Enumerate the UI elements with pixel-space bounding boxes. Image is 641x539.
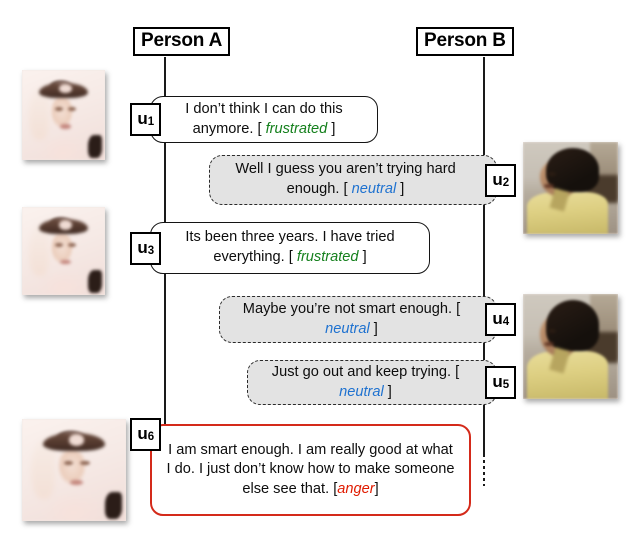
utterance-bubble-u4[interactable]: Maybe you’re not smart enough. [ neutral…	[219, 296, 497, 343]
emotion-label-u2: neutral	[351, 181, 397, 197]
utterance-tag-letter-u1: u	[137, 109, 148, 128]
person-a-frame-1	[22, 70, 105, 160]
utterance-tag-letter-u4: u	[492, 309, 503, 328]
person-b-frame-1	[523, 142, 618, 234]
mouth-shape	[60, 124, 71, 129]
utterance-text-before-u2: Well I guess you aren’t trying hard enou…	[235, 161, 456, 197]
utterance-text-after-u1: ]	[327, 120, 336, 137]
utterance-tag-index-u1: 1	[147, 116, 154, 128]
person-b-portrait-2	[523, 294, 618, 399]
person-a-header: Person A	[133, 27, 231, 57]
utterance-tag-u4: u4	[485, 303, 516, 336]
utterance-tag-u5: u5	[485, 366, 516, 399]
utterance-tag-letter-u3: u	[137, 238, 148, 257]
foreground-object-shape	[88, 134, 102, 159]
person-b-header: Person B	[416, 27, 514, 57]
utterance-bubble-u6[interactable]: I am smart enough. I am really good at w…	[150, 424, 471, 516]
eye-left-shape	[55, 243, 63, 248]
utterance-tag-index-u4: 4	[502, 316, 509, 328]
utterance-bubble-u3[interactable]: Its been three years. I have tried every…	[150, 222, 430, 274]
utterance-text-u3: Its been three years. I have tried every…	[151, 228, 429, 267]
utterance-tag-letter-u6: u	[137, 424, 148, 443]
person-a-portrait-1	[22, 70, 105, 160]
utterance-text-before-u4: Maybe you’re not smart enough. [	[242, 300, 461, 317]
person-a-portrait-3	[22, 419, 126, 521]
eye-shape	[547, 328, 557, 333]
emotion-label-u3: frustrated	[296, 249, 359, 265]
utterance-text-before-u5: Just go out and keep trying. [	[271, 363, 460, 380]
person-b-frame-2	[523, 294, 618, 399]
utterance-tag-index-u6: 6	[147, 431, 154, 443]
utterance-tag-u1: u1	[130, 103, 161, 136]
emotion-label-u6: anger	[337, 480, 375, 497]
utterance-text-before-u6: I am smart enough. I am really good at w…	[166, 441, 455, 497]
emotion-label-u5: neutral	[339, 383, 384, 400]
eye-right-shape	[68, 243, 76, 248]
person-a-label: Person A	[141, 30, 223, 51]
utterance-tag-letter-u5: u	[492, 372, 503, 391]
headband-highlight	[59, 83, 72, 94]
emotion-label-u4: neutral	[325, 320, 370, 337]
eye-left-shape	[63, 460, 73, 466]
utterance-bubble-u1[interactable]: I don’t think I can do this anymore. [ f…	[150, 96, 378, 143]
eye-left-shape	[55, 106, 63, 111]
utterance-text-after-u6: ]	[374, 480, 379, 497]
eye-right-shape	[80, 460, 90, 466]
utterance-bubble-u2[interactable]: Well I guess you aren’t trying hard enou…	[209, 155, 497, 205]
utterance-text-u2: Well I guess you aren’t trying hard enou…	[210, 160, 496, 199]
eye-right-shape	[68, 106, 76, 111]
emotion-label-u1: frustrated	[265, 120, 328, 137]
foreground-object-shape	[88, 270, 102, 294]
utterance-tag-index-u3: 3	[147, 245, 154, 257]
headband-highlight	[59, 220, 72, 230]
foreground-object-shape	[105, 492, 122, 519]
utterance-tag-u3: u3	[130, 232, 161, 265]
dialogue-timeline-diagram: Person A Person B I don’t think I can do…	[0, 0, 641, 539]
utterance-tag-index-u2: 2	[502, 177, 509, 189]
utterance-text-u1: I don’t think I can do this anymore. [ f…	[151, 100, 377, 139]
person-a-portrait-2	[22, 207, 105, 295]
person-a-frame-2	[22, 207, 105, 295]
utterance-tag-letter-u2: u	[492, 170, 503, 189]
utterance-text-after-u2: ]	[396, 181, 405, 197]
utterance-tag-index-u5: 5	[502, 379, 509, 391]
person-b-label: Person B	[424, 30, 506, 51]
utterance-text-u5: Just go out and keep trying. [ neutral ]	[248, 363, 496, 402]
utterance-tag-u2: u2	[485, 164, 516, 197]
utterance-bubble-u5[interactable]: Just go out and keep trying. [ neutral ]	[247, 360, 497, 405]
utterance-text-after-u3: ]	[358, 249, 367, 265]
person-b-lifeline-continuation	[483, 454, 485, 486]
utterance-text-u6: I am smart enough. I am really good at w…	[152, 441, 469, 500]
person-b-portrait-1	[523, 142, 618, 234]
utterance-text-after-u5: ]	[383, 383, 392, 400]
headband-highlight	[68, 434, 85, 446]
person-a-frame-3	[22, 419, 126, 521]
utterance-tag-u6: u6	[130, 418, 161, 451]
mouth-shape	[60, 259, 71, 265]
mouth-shape	[69, 480, 84, 486]
utterance-text-u4: Maybe you’re not smart enough. [ neutral…	[220, 300, 496, 339]
utterance-text-after-u4: ]	[369, 320, 378, 337]
